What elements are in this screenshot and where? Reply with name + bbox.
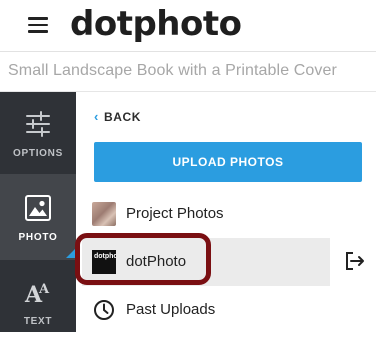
sidebar-item-photo[interactable]: PHOTO <box>0 174 76 260</box>
chevron-left-icon: ‹ <box>94 109 99 124</box>
image-icon <box>25 195 51 221</box>
back-link[interactable]: ‹ BACK <box>94 109 141 124</box>
top-bar: dotphoto <box>0 0 376 52</box>
project-photos-thumbnail-icon <box>92 202 116 226</box>
text-aa-icon: A A <box>24 282 50 306</box>
clock-icon <box>94 300 114 320</box>
svg-text:A: A <box>38 282 50 297</box>
back-label: BACK <box>103 110 142 124</box>
source-item-past-uploads[interactable]: Past Uploads <box>82 286 330 334</box>
upload-photos-button[interactable]: UPLOAD PHOTOS <box>94 142 362 182</box>
selection-highlight-outline <box>75 233 211 285</box>
source-label: Project Photos <box>126 205 224 222</box>
sidebar-item-label: TEXT <box>23 316 53 327</box>
tool-sidebar: OPTIONS PHOTO A A TEXT <box>0 92 76 332</box>
hamburger-line <box>28 23 48 27</box>
source-item-project-photos[interactable]: Project Photos <box>82 190 330 238</box>
sidebar-item-label: OPTIONS <box>13 148 63 159</box>
source-label: Past Uploads <box>126 301 216 318</box>
sidebar-item-text[interactable]: A A TEXT <box>0 260 76 342</box>
project-title[interactable]: Small Landscape Book with a Printable Co… <box>8 62 337 80</box>
hamburger-line <box>28 17 48 20</box>
sidebar-item-label: PHOTO <box>18 232 58 243</box>
sidebar-item-options[interactable]: OPTIONS <box>0 92 76 174</box>
hamburger-line <box>28 30 48 33</box>
sign-out-icon[interactable] <box>344 250 366 272</box>
sliders-icon <box>26 111 50 137</box>
project-title-bar: Small Landscape Book with a Printable Co… <box>0 52 376 92</box>
dotphoto-logo[interactable]: dotphoto <box>70 4 242 44</box>
hamburger-menu-icon[interactable] <box>28 17 48 33</box>
